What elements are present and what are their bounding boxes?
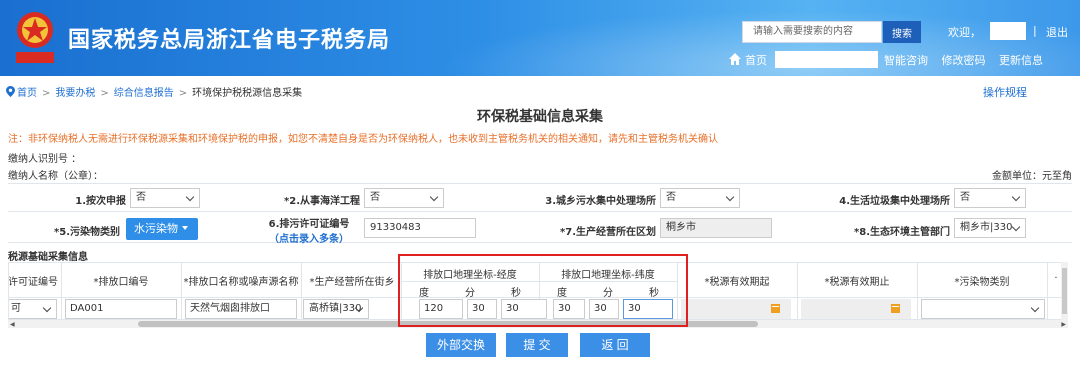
scroll-left-arrow[interactable]: ◀	[10, 321, 15, 328]
taxpayer-name-label: 缴纳人名称（公章）：	[8, 171, 103, 182]
f3-label: 3.城乡污水集中处理场所	[545, 196, 656, 207]
header-nav: 智能咨询 修改密码 更新信息	[884, 52, 1053, 68]
f5-label: *5.污染物类别	[54, 227, 120, 238]
table-vertical-scrollbar[interactable]	[1061, 262, 1068, 320]
f6-permit-input[interactable]: 91330483	[364, 218, 476, 238]
f5-pollutant-dropdown[interactable]: 水污染物	[126, 218, 198, 240]
col-permit-no: 许可证编号	[8, 277, 58, 288]
calendar-icon[interactable]	[771, 304, 780, 313]
breadcrumb-report[interactable]: 综合信息报告	[114, 88, 174, 99]
tax-emblem-logo	[16, 12, 54, 63]
header-white-bar	[775, 51, 878, 68]
location-pin-icon	[6, 86, 15, 97]
home-link[interactable]: 首页	[745, 52, 767, 68]
nav-change-password[interactable]: 修改密码	[942, 54, 986, 67]
row-permit-select[interactable]: 可	[9, 299, 57, 319]
nav-update-info[interactable]: 更新信息	[999, 54, 1043, 67]
taxpayer-id-label: 缴纳人识别号 ：	[8, 154, 82, 165]
row-pollutant-select[interactable]	[921, 299, 1045, 319]
f6-add-multiple-link[interactable]: （点击录入多条）	[258, 230, 360, 245]
f6-label[interactable]: 6.排污许可证编号 （点击录入多条）	[258, 215, 360, 245]
logout-link[interactable]: 退出	[1046, 24, 1068, 40]
page-title: 环保税基础信息采集	[477, 109, 603, 125]
top-header: 国家税务总局浙江省电子税务局 请输入需要搜索的内容 搜索 欢迎， | 退出 首页…	[0, 0, 1080, 76]
home-icon[interactable]	[728, 52, 742, 66]
breadcrumb-tax[interactable]: 我要办税	[55, 88, 95, 99]
col-outlet-no: *排放口编号	[93, 277, 149, 288]
notice-text: 注：非环保纳税人无需进行环保税源采集和环境保护税的申报，如您不清楚自身是否为环保…	[8, 134, 718, 145]
calendar-icon[interactable]	[891, 304, 900, 313]
section-title: 税源基础采集信息	[8, 252, 88, 263]
site-title[interactable]: 国家税务总局浙江省电子税务局	[68, 22, 390, 54]
col-street: *生产经营所在街乡	[309, 277, 395, 288]
operation-rules-link[interactable]: 操作规程	[983, 84, 1027, 100]
breadcrumb-current: 环境保护税税源信息采集	[192, 88, 303, 99]
nav-smart-consult[interactable]: 智能咨询	[884, 54, 928, 67]
external-exchange-button[interactable]: 外部交换	[426, 333, 496, 357]
col-valid-to: *税源有效期止	[824, 277, 890, 288]
submit-button[interactable]: 提 交	[506, 333, 568, 357]
form-row-1: 1.按次申报 否 *2.从事海洋工程 否 3.城乡污水集中处理场所 否 4.生活…	[8, 183, 1072, 211]
f2-select[interactable]: 否	[364, 188, 444, 208]
search-button[interactable]: 搜索	[883, 21, 921, 43]
f1-label: 1.按次申报	[75, 196, 126, 207]
form-row-2: *5.污染物类别 水污染物 6.排污许可证编号 （点击录入多条） 9133048…	[8, 211, 1072, 245]
header-separator: |	[1033, 24, 1037, 37]
welcome-text: 欢迎，	[948, 26, 981, 39]
col-pollutant: *污染物类别	[954, 277, 1010, 288]
row-outlet-name-input[interactable]: 天然气烟囱排放口	[185, 299, 297, 319]
username-redacted	[990, 22, 1026, 40]
row-street-select[interactable]: 高桥镇|330	[303, 299, 369, 319]
f8-label: *8.生态环境主管部门	[854, 227, 950, 238]
f4-label: 4.生活垃圾集中处理场所	[839, 196, 950, 207]
breadcrumb: 首页 > 我要办税 > 综合信息报告 > 环境保护税税源信息采集	[6, 84, 302, 99]
col-outlet-name: *排放口名称或噪声源名称	[183, 277, 299, 288]
f1-select[interactable]: 否	[130, 188, 200, 208]
amount-unit-label: 金额单位：元至角	[992, 171, 1072, 182]
f7-region-field: 桐乡市	[660, 218, 772, 238]
breadcrumb-home[interactable]: 首页	[17, 88, 37, 99]
f2-label: *2.从事海洋工程	[284, 196, 360, 207]
f4-select[interactable]: 否	[954, 188, 1026, 208]
f7-label: *7.生产经营所在区划	[560, 227, 656, 238]
row-outlet-no-input[interactable]: DA001	[65, 299, 177, 319]
back-button[interactable]: 返 回	[580, 333, 650, 357]
col-valid-from: *税源有效期起	[704, 277, 770, 288]
scroll-right-arrow[interactable]: ▶	[1061, 321, 1066, 328]
f8-authority-select[interactable]: 桐乡市|330	[954, 218, 1026, 238]
search-input[interactable]: 请输入需要搜索的内容	[742, 21, 882, 43]
f3-select[interactable]: 否	[660, 188, 740, 208]
coordinate-highlight-box	[398, 254, 688, 327]
